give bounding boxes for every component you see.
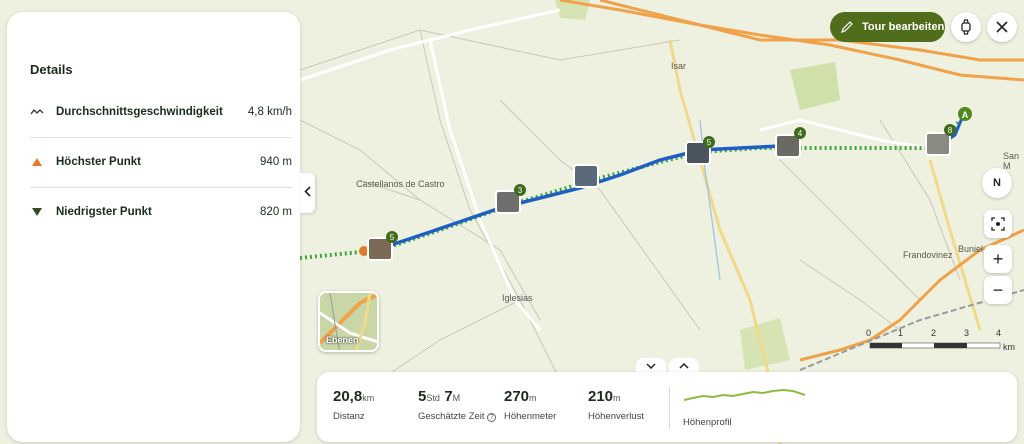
pencil-icon [841,21,853,33]
place-label: Isar [671,61,687,71]
detail-row-lowest: Niedrigster Punkt 820 m [30,187,292,237]
place-label: Iglesias [502,293,533,303]
edit-tour-button[interactable]: Tour bearbeiten [830,12,945,42]
watch-sync-button[interactable] [951,12,981,42]
distance-unit: km [362,393,375,403]
stat-time: 5Std 7M Geschätzte Zeit ? [418,388,497,422]
layers-label: Ebenen [326,335,359,345]
speed-wave-icon [30,105,44,119]
detail-row-speed: Durchschnittsgeschwindigkeit 4,8 km/h [30,87,292,137]
detail-row-highest: Höchster Punkt 940 m [30,137,292,187]
compass-button[interactable]: N [982,168,1012,198]
time-label: Geschätzte Zeit [418,411,485,422]
info-icon[interactable]: ? [487,413,497,422]
badge-label: 5 [390,233,395,242]
scale-unit: km [1003,342,1015,352]
watch-icon [961,19,971,35]
close-icon [996,21,1008,33]
focus-frame-icon [991,217,1005,231]
distance-label: Distanz [333,411,365,422]
recenter-button[interactable] [984,210,1012,238]
triangle-up-icon [30,155,44,169]
place-label: Frandovinez [903,250,953,260]
plus-icon: + [992,248,1004,269]
place-label: Buniel [958,244,984,254]
detail-label: Niedrigster Punkt [56,206,152,218]
descent-unit: m [613,393,621,403]
ascent-value: 270 [504,388,530,405]
badge-label: 8 [948,126,953,135]
minus-icon: − [992,279,1004,300]
detail-value: 4,8 km/h [247,106,292,118]
scale-tick: 1 [898,328,904,338]
elevation-sparkline [683,388,806,401]
chevron-left-icon [304,184,311,202]
zoom-in-button[interactable]: + [984,245,1012,273]
badge-label: 4 [798,129,803,138]
distance-value: 20,8 [333,388,363,405]
detail-label: Durchschnittsgeschwindigkeit [56,106,223,118]
scale-tick: 2 [931,328,937,338]
details-panel: Details Durchschnittsgeschwindigkeit 4,8… [7,12,300,442]
layers-button[interactable]: Ebenen [318,291,379,352]
compass-north-label: N [993,177,1001,189]
zoom-out-button[interactable]: − [984,276,1012,304]
details-title: Details [30,62,73,77]
chevron-down-icon [646,363,656,369]
ascent-label: Höhenmeter [504,411,557,422]
place-label: Castellanos de Castro [356,179,445,189]
divider [669,386,670,430]
badge-label: 5 [707,138,712,147]
scale-tick: 0 [866,328,872,338]
stat-distance: 20,8km Distanz [333,388,374,422]
detail-value: 820 m [260,206,292,218]
detail-value: 940 m [260,156,292,168]
collapse-panel-button[interactable] [300,173,315,213]
elevation-profile[interactable]: Höhenprofil [683,386,808,428]
descent-label: Höhenverlust [588,411,644,422]
scale-bar [869,342,1001,349]
time-minutes: 7 [444,388,453,405]
scale-tick: 4 [996,328,1002,338]
descent-value: 210 [588,388,614,405]
close-button[interactable] [987,12,1017,42]
time-minutes-unit: M [452,393,461,403]
stat-descent: 210m Höhenverlust [588,388,644,422]
chevron-up-icon [679,363,689,369]
profile-label: Höhenprofil [683,417,732,428]
badge-label: 3 [518,186,523,195]
scale-tick: 3 [964,328,970,338]
place-label: San M [1003,151,1020,171]
stats-bar: 20,8km Distanz 5Std 7M Geschätzte Zeit ?… [317,372,1017,442]
stat-ascent: 270m Höhenmeter [504,388,556,422]
detail-label: Höchster Punkt [56,156,141,168]
ascent-unit: m [529,393,537,403]
triangle-down-icon [30,205,44,219]
edit-tour-label: Tour bearbeiten [862,21,945,33]
start-marker-label: A [962,110,969,120]
time-hours-unit: Std [426,393,440,403]
